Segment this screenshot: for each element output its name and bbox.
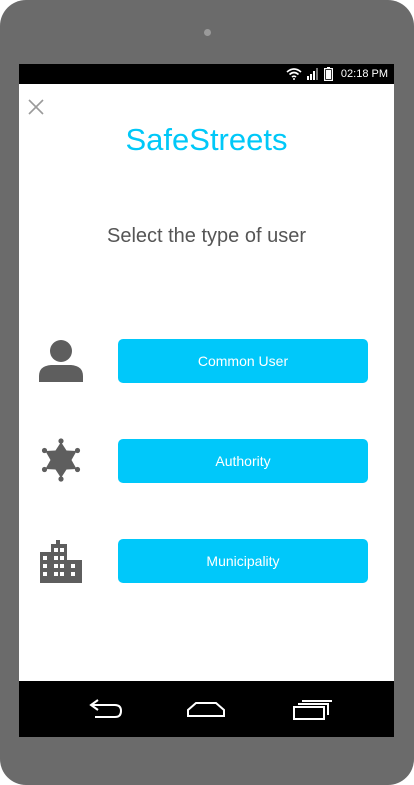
status-time: 02:18 PM	[340, 68, 388, 80]
wifi-icon	[286, 68, 302, 80]
phone-screen: 02:18 PM SafeStreets Select the type of …	[19, 64, 394, 737]
close-icon	[28, 99, 44, 115]
back-icon	[89, 699, 123, 718]
authority-button-label: Authority	[215, 453, 271, 469]
common-user-button[interactable]: Common User	[118, 339, 368, 383]
front-camera	[204, 29, 211, 36]
person-icon	[37, 336, 85, 384]
common-user-button-label: Common User	[197, 353, 289, 369]
sheriff-star-icon	[37, 436, 85, 484]
status-bar: 02:18 PM	[19, 64, 394, 84]
authority-button[interactable]: Authority	[118, 439, 368, 483]
home-button[interactable]	[184, 691, 228, 727]
battery-icon	[323, 67, 333, 81]
municipality-button-label: Municipality	[206, 553, 280, 569]
city-building-icon	[37, 536, 85, 584]
back-button[interactable]	[83, 691, 127, 727]
recent-apps-button[interactable]	[289, 691, 333, 727]
device-frame: 02:18 PM SafeStreets Select the type of …	[0, 0, 414, 785]
page-subtitle: Select the type of user	[106, 225, 306, 247]
recent-apps-icon	[293, 700, 332, 720]
app-title: SafeStreets	[125, 122, 288, 157]
status-icons: 02:18 PM	[286, 64, 388, 84]
home-icon	[187, 702, 225, 717]
signal-icon	[306, 68, 318, 80]
navigation-bar	[19, 681, 394, 737]
municipality-button[interactable]: Municipality	[118, 539, 368, 583]
close-button[interactable]	[27, 98, 45, 116]
